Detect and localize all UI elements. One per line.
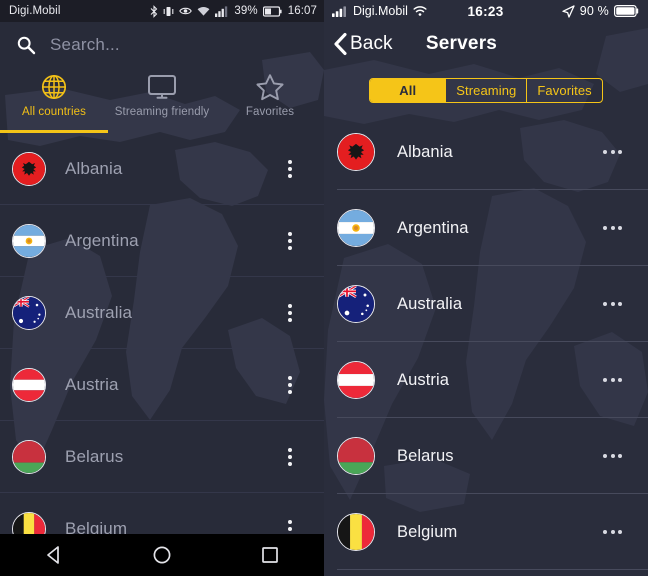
chevron-left-icon: [334, 32, 347, 56]
more-horizontal-icon[interactable]: [603, 378, 622, 382]
list-item[interactable]: Argentina: [0, 205, 324, 277]
segment-favorites[interactable]: Favorites: [527, 79, 601, 102]
more-horizontal-icon[interactable]: [603, 150, 622, 154]
country-name: Argentina: [65, 230, 139, 250]
segment-all[interactable]: All: [370, 78, 447, 102]
more-horizontal-icon[interactable]: [603, 302, 622, 306]
flag-albania: [12, 151, 46, 186]
flag-belgium: [337, 513, 375, 551]
clock-label: 16:23: [467, 3, 504, 19]
tab-all-countries-label: All countries: [22, 106, 86, 118]
flag-argentina: [12, 223, 46, 258]
country-name: Belarus: [65, 446, 124, 466]
segment-streaming[interactable]: Streaming: [446, 78, 528, 102]
tab-favorites-label: Favorites: [245, 106, 295, 118]
list-item[interactable]: Albania: [0, 133, 324, 205]
home-circle-icon[interactable]: [151, 544, 173, 566]
status-right-group: 90 %: [504, 4, 639, 18]
more-vertical-icon[interactable]: [270, 375, 310, 394]
list-item[interactable]: Austria: [0, 349, 324, 421]
tab-streaming-friendly[interactable]: Streaming friendly: [108, 68, 216, 130]
tab-all-countries[interactable]: All countries: [0, 68, 108, 130]
signal-icon: [332, 5, 346, 17]
android-navigation-bar: [0, 534, 324, 576]
recents-square-icon[interactable]: [259, 544, 281, 566]
status-icons: 39%: [150, 4, 282, 18]
list-item[interactable]: Australia: [0, 277, 324, 349]
country-name: Albania: [397, 142, 453, 161]
country-name: Argentina: [397, 218, 469, 237]
back-triangle-icon[interactable]: [43, 544, 65, 566]
list-item[interactable]: Austria: [324, 342, 648, 418]
bluetooth-icon: [151, 4, 158, 18]
flag-australia: [337, 285, 375, 323]
battery-percent-label: 90 %: [579, 4, 609, 18]
tab-streaming-friendly-label: Streaming friendly: [114, 106, 210, 118]
country-name: Belarus: [397, 446, 454, 465]
location-arrow-icon: [562, 4, 575, 18]
country-name: Austria: [397, 370, 450, 389]
more-vertical-icon[interactable]: [270, 159, 310, 178]
eye-icon: [179, 7, 193, 15]
flag-australia: [12, 295, 46, 330]
tab-favorites[interactable]: Favorites: [216, 68, 324, 130]
more-horizontal-icon[interactable]: [603, 454, 622, 458]
carrier-label: Digi.Mobil: [9, 5, 61, 17]
battery-icon: [614, 5, 639, 17]
wifi-icon: [413, 5, 427, 16]
back-button[interactable]: Back: [333, 32, 393, 56]
screenshot-pair: Digi.Mobil 39% 16:07 Search... All count…: [0, 0, 648, 576]
back-button-label: Back: [350, 33, 393, 54]
flag-belarus: [12, 439, 46, 474]
status-left-group: Digi.Mobil: [332, 4, 467, 18]
star-icon: [255, 72, 285, 102]
country-list-android: Albania Argentina Australia Austria Bela…: [0, 133, 324, 565]
flag-albania: [337, 133, 375, 171]
globe-icon: [40, 72, 68, 102]
ios-navigation-bar: Back Servers: [324, 22, 648, 66]
search-bar[interactable]: Search...: [0, 22, 324, 68]
list-item[interactable]: Australia: [324, 266, 648, 342]
battery-icon: [262, 5, 282, 17]
country-name: Australia: [65, 302, 133, 322]
carrier-label: Digi.Mobil: [353, 4, 408, 18]
segmented-control: All Streaming Favorites: [369, 77, 603, 103]
more-vertical-icon[interactable]: [270, 303, 310, 322]
search-icon: [17, 36, 36, 55]
flag-austria: [12, 367, 46, 402]
clock-label: 16:07: [287, 5, 317, 17]
country-name: Albania: [65, 158, 123, 178]
country-name: Australia: [397, 294, 463, 313]
server-list-ios: Albania Argentina Australia Austria Bela…: [324, 114, 648, 570]
search-input[interactable]: Search...: [50, 35, 120, 55]
android-screen: Digi.Mobil 39% 16:07 Search... All count…: [0, 0, 324, 576]
battery-percent-label: 39%: [234, 5, 258, 17]
monitor-icon: [147, 72, 177, 102]
android-status-bar: Digi.Mobil 39% 16:07: [0, 0, 324, 22]
signal-icon: [215, 5, 228, 17]
list-item[interactable]: Belarus: [324, 418, 648, 494]
flag-argentina: [337, 209, 375, 247]
country-name: Belgium: [397, 522, 458, 541]
more-horizontal-icon[interactable]: [603, 226, 622, 230]
list-item[interactable]: Argentina: [324, 190, 648, 266]
flag-belarus: [337, 437, 375, 475]
list-item[interactable]: Belarus: [0, 421, 324, 493]
more-vertical-icon[interactable]: [270, 231, 310, 250]
more-vertical-icon[interactable]: [270, 447, 310, 466]
list-item[interactable]: Albania: [324, 114, 648, 190]
ios-screen: Digi.Mobil 16:23 90 % Back Servers All S…: [324, 0, 648, 576]
ios-status-bar: Digi.Mobil 16:23 90 %: [324, 0, 648, 22]
wifi-icon: [197, 6, 210, 16]
country-name: Austria: [65, 374, 119, 394]
segmented-control-wrap: All Streaming Favorites: [324, 66, 648, 114]
vibrate-icon: [164, 6, 174, 16]
tab-bar: All countries Streaming friendly Favorit…: [0, 68, 324, 130]
flag-austria: [337, 361, 375, 399]
list-item[interactable]: Belgium: [324, 494, 648, 570]
more-horizontal-icon[interactable]: [603, 530, 622, 534]
